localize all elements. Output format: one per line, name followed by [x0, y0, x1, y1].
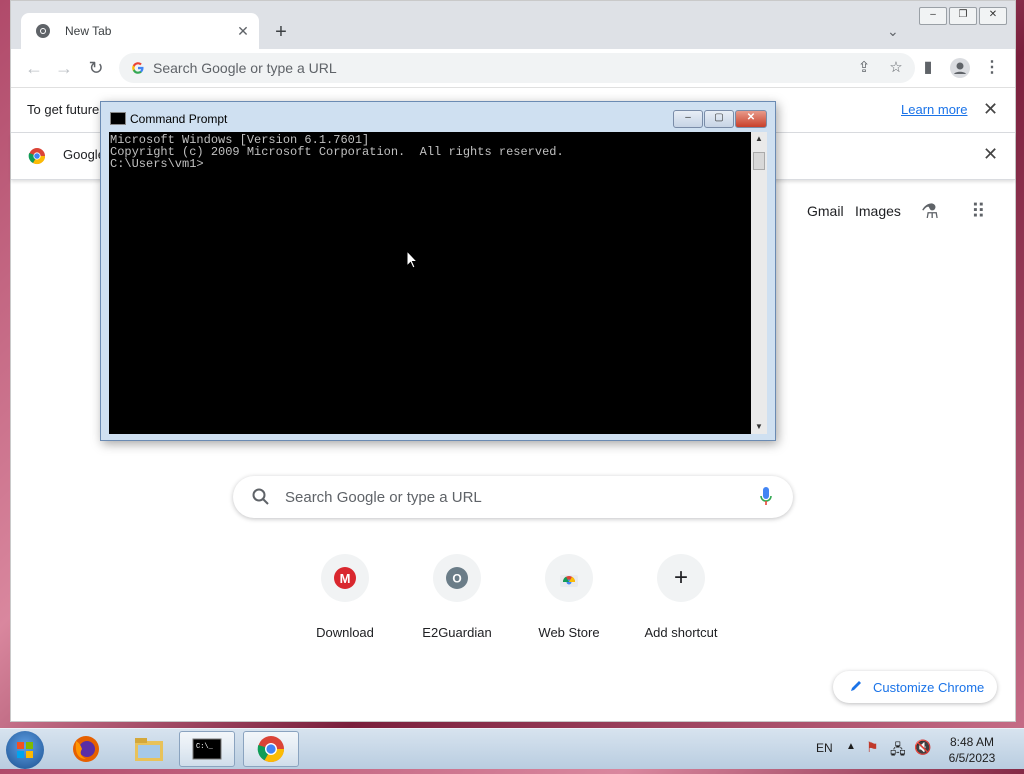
mouse-pointer-icon	[406, 250, 418, 269]
scroll-thumb[interactable]	[753, 152, 765, 170]
console-scrollbar[interactable]: ▲ ▼	[751, 132, 767, 434]
forward-icon[interactable]: →	[53, 57, 75, 79]
close-button[interactable]: ✕	[979, 7, 1007, 25]
windows-taskbar: C:\_ EN ▲ ⚑ 🖧 🔇 8:48 AM 6/5/2023	[0, 728, 1024, 769]
reload-icon[interactable]: ↻	[85, 57, 107, 79]
pencil-icon	[851, 681, 861, 691]
ntp-search-box[interactable]: Search Google or type a URL	[233, 476, 793, 518]
chrome-menu-icon[interactable]: ⋮	[981, 57, 1003, 79]
customize-chrome-button[interactable]: Customize Chrome	[833, 671, 997, 703]
infobar-message: Google	[63, 147, 105, 162]
clock-time: 8:48 AM	[949, 735, 995, 749]
labs-flask-icon[interactable]: ⚗	[921, 199, 939, 224]
search-icon	[252, 488, 269, 505]
shortcut-label: Add shortcut	[644, 625, 718, 640]
command-prompt-window: Command Prompt – ▢ ✕ Microsoft Windows […	[100, 101, 776, 441]
taskbar-file-explorer[interactable]	[121, 731, 177, 767]
cmd-window-controls: – ▢ ✕	[673, 110, 767, 128]
taskbar-chrome[interactable]	[243, 731, 299, 767]
shortcut-web-store[interactable]: Web Store	[513, 554, 625, 644]
shortcut-label: Web Store	[538, 625, 600, 640]
infobar-close-icon[interactable]: ✕	[983, 99, 998, 120]
tab-close-icon[interactable]: ✕	[233, 21, 253, 41]
tab-new-tab[interactable]: New Tab ✕	[21, 13, 259, 49]
scroll-up-arrow-icon[interactable]: ▲	[751, 132, 767, 146]
console-icon	[110, 112, 126, 125]
search-placeholder: Search Google or type a URL	[285, 489, 482, 506]
shortcut-label: Download	[316, 625, 374, 640]
infobar-message: To get future	[27, 102, 100, 117]
start-button[interactable]	[6, 731, 44, 769]
system-tray: EN ▲ ⚑ 🖧 🔇 8:48 AM 6/5/2023	[812, 729, 1024, 769]
share-icon[interactable]: ⇪	[855, 59, 873, 77]
cmd-minimize-button[interactable]: –	[673, 110, 703, 128]
cmd-maximize-button[interactable]: ▢	[704, 110, 734, 128]
cmd-close-button[interactable]: ✕	[735, 110, 767, 128]
svg-text:C:\_: C:\_	[196, 743, 214, 751]
shortcut-download[interactable]: M Download	[289, 554, 401, 644]
shortcut-add[interactable]: + Add shortcut	[625, 554, 737, 644]
scroll-down-arrow-icon[interactable]: ▼	[751, 420, 767, 434]
action-center-flag-icon[interactable]: ⚑	[866, 739, 879, 756]
profile-avatar-icon[interactable]	[949, 57, 971, 79]
shortcut-label: E2Guardian	[422, 625, 492, 640]
chrome-favicon-icon	[36, 24, 50, 38]
shortcut-e2guardian[interactable]: O E2Guardian	[401, 554, 513, 644]
toolbar: ← → ↻ Search Google or type a URL ⇪ ☆ ▮ …	[11, 49, 1015, 88]
cmd-window-title: Command Prompt	[130, 112, 228, 126]
learn-more-link[interactable]: Learn more	[901, 102, 967, 117]
svg-text:M: M	[340, 571, 351, 586]
taskbar-firefox[interactable]	[58, 731, 114, 767]
letter-o-icon: O	[433, 554, 481, 602]
clock-date: 6/5/2023	[948, 751, 996, 765]
address-bar-placeholder: Search Google or type a URL	[153, 60, 337, 76]
chrome-logo-icon	[28, 148, 46, 165]
file-explorer-icon	[135, 738, 163, 761]
apps-grid-icon[interactable]: ⠿	[971, 199, 986, 224]
console-output[interactable]: Microsoft Windows [Version 6.1.7601] Copy…	[109, 132, 751, 434]
side-panel-icon[interactable]: ▮	[917, 57, 939, 79]
web-store-icon	[545, 554, 593, 602]
plus-icon: +	[657, 554, 705, 602]
maximize-button[interactable]: ❐	[949, 7, 977, 25]
tab-search-chevron-icon[interactable]: ⌄	[887, 23, 899, 40]
tab-title: New Tab	[65, 24, 112, 38]
back-icon[interactable]: ←	[23, 57, 45, 79]
mega-icon: M	[321, 554, 369, 602]
clock[interactable]: 8:48 AM 6/5/2023	[942, 734, 1002, 766]
chrome-icon	[257, 736, 285, 763]
gmail-link[interactable]: Gmail	[807, 203, 844, 219]
console-line: Copyright (c) 2009 Microsoft Corporation…	[110, 145, 564, 159]
console-prompt-line: C:\Users\vm1>	[110, 157, 204, 171]
customize-chrome-label: Customize Chrome	[873, 680, 985, 695]
window-controls: – ❐ ✕	[919, 7, 1007, 25]
language-indicator[interactable]: EN	[816, 741, 833, 755]
images-link[interactable]: Images	[855, 203, 901, 219]
firefox-icon	[73, 736, 99, 762]
svg-text:O: O	[452, 572, 461, 586]
taskbar-command-prompt[interactable]: C:\_	[179, 731, 235, 767]
address-bar[interactable]: Search Google or type a URL ⇪ ☆	[119, 53, 915, 83]
network-icon[interactable]: 🖧	[890, 739, 906, 763]
tab-strip: New Tab ✕ + ⌄ – ❐ ✕	[11, 1, 1015, 49]
infobar-close-icon[interactable]: ✕	[983, 144, 998, 165]
cmd-title-bar[interactable]: Command Prompt – ▢ ✕	[101, 102, 775, 132]
google-g-icon	[132, 62, 144, 74]
bookmark-star-icon[interactable]: ☆	[887, 59, 905, 77]
new-tab-button[interactable]: +	[269, 21, 293, 45]
windows-logo-icon	[17, 742, 33, 758]
tray-expand-arrow-icon[interactable]: ▲	[846, 741, 856, 752]
command-prompt-icon: C:\_	[192, 738, 222, 760]
microphone-icon[interactable]	[759, 486, 773, 508]
minimize-button[interactable]: –	[919, 7, 947, 25]
volume-muted-icon[interactable]: 🔇	[914, 739, 931, 756]
